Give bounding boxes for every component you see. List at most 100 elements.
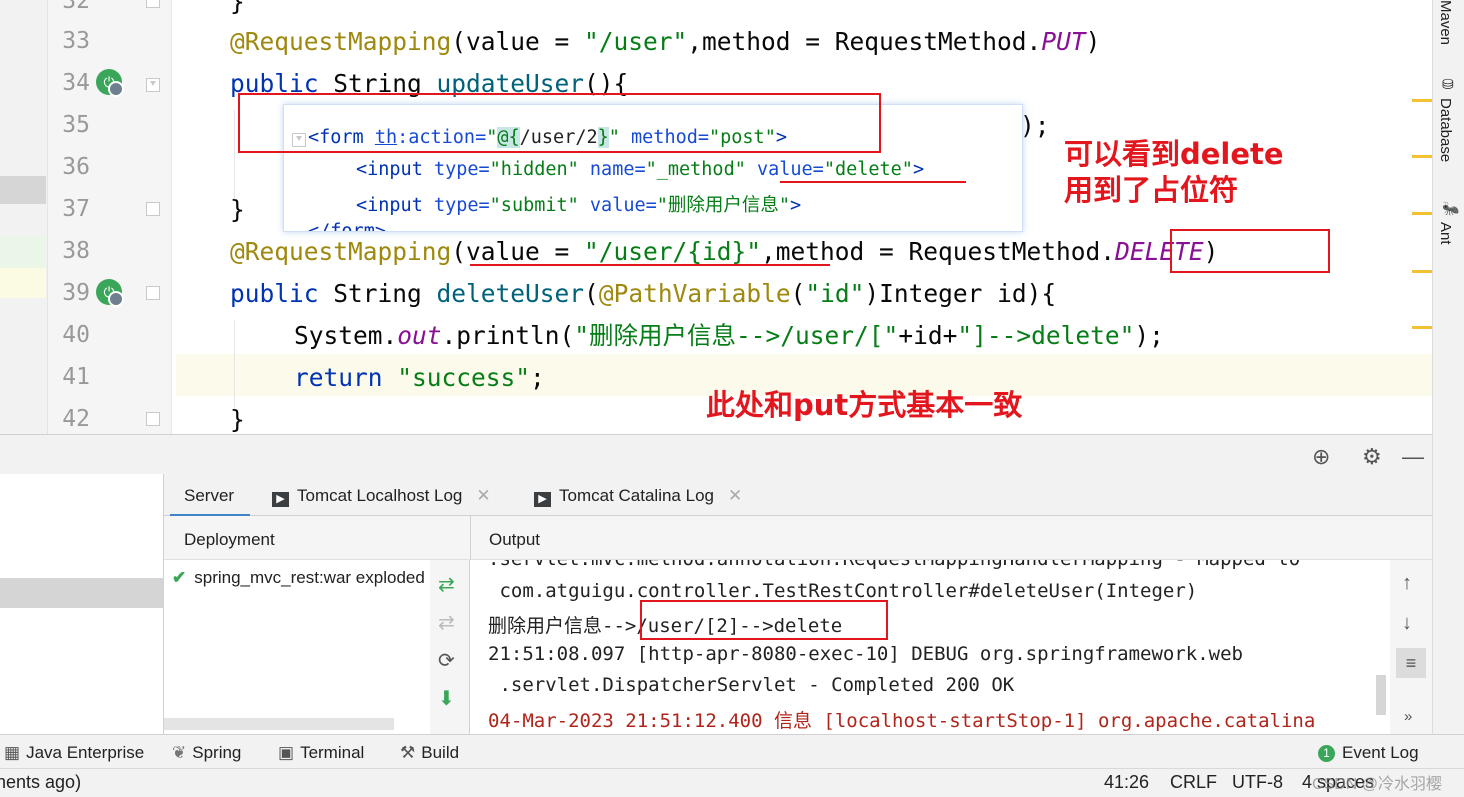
server-tabs: Server ▶ Tomcat Localhost Log ✕ ▶ Tomcat Ca… (164, 474, 1432, 516)
line-number: 32 (62, 0, 90, 14)
database-tab[interactable]: Database (1437, 98, 1454, 162)
fold-marker-icon[interactable] (146, 412, 160, 426)
soft-wrap-icon[interactable]: ≡ (1396, 648, 1426, 678)
horizontal-scrollbar[interactable] (164, 718, 394, 730)
fold-expanded-icon[interactable] (292, 133, 306, 147)
deploy-all-icon[interactable]: ⬇ (438, 686, 455, 711)
spring-mapping-icon[interactable]: ⏻ (96, 279, 124, 307)
deployment-list[interactable]: ✔ spring_mvc_rest:war exploded (164, 560, 430, 734)
output-line: com.atguigu.controller.TestRestControlle… (488, 580, 1198, 602)
arrow-up-icon[interactable]: ↑ (1402, 572, 1412, 595)
hammer-icon: ⚒ (400, 743, 416, 762)
refresh-icon[interactable]: ⟳ (438, 648, 455, 673)
java-enterprise-icon: ▦ (4, 743, 21, 762)
services-tool-header: ⊕ ⚙ — (0, 434, 1432, 474)
build-tab[interactable]: ⚒ Build (400, 743, 459, 763)
indent-guide (234, 320, 235, 410)
error-stripe-mark[interactable] (1412, 270, 1432, 273)
status-message[interactable]: hents ago) (0, 772, 81, 793)
fold-marker-icon[interactable] (146, 202, 160, 216)
output-line: 21:51:08.097 [http-apr-8080-exec-10] DEB… (488, 643, 1243, 665)
code-line-37: } (230, 195, 245, 224)
tab-server[interactable]: Server (184, 486, 234, 506)
database-icon: ⛁ (1442, 76, 1454, 92)
error-stripe-mark[interactable] (1412, 326, 1432, 329)
tab-tomcat-catalina-log[interactable]: ▶ Tomcat Catalina Log ✕ (534, 486, 742, 507)
deployment-toolbar: ⇄ ⇄ ⟳ ⬇ (430, 560, 470, 734)
line-number: 34 (62, 70, 90, 96)
deployment-item[interactable]: ✔ spring_mvc_rest:war exploded (172, 568, 425, 588)
code-editor[interactable]: 32 33 34 35 36 37 38 39 40 41 42 ⏻ ⏻ } @… (0, 0, 1432, 434)
selected-tree-row (0, 176, 46, 204)
code-line-41: return "success"; (294, 363, 545, 392)
gear-icon[interactable]: ⚙ (1362, 444, 1382, 470)
line-number: 40 (62, 322, 90, 348)
output-line: 删除用户信息-->/user/[2]-->delete (488, 615, 843, 637)
error-stripe-mark[interactable] (1412, 155, 1432, 158)
popup-form-close-line: </form> (308, 221, 386, 232)
indent-guide (234, 110, 235, 200)
output-console[interactable]: .servlet.mvc.method.annotation.RequestMa… (470, 560, 1390, 734)
spring-tab[interactable]: ❦ Spring (172, 743, 241, 763)
tool-window-bar: ▦ Java Enterprise ❦ Spring ▣ Terminal ⚒ Buil… (0, 734, 1464, 768)
line-separator[interactable]: CRLF (1170, 772, 1217, 793)
project-panel-edge (0, 0, 48, 434)
ant-tab[interactable]: Ant (1437, 222, 1454, 245)
undeploy-icon[interactable]: ⇄ (438, 610, 455, 635)
services-tree[interactable] (0, 474, 164, 734)
popup-submit-input-line: <input type="submit" value="删除用户信息"> (356, 195, 802, 216)
arrow-down-icon[interactable]: ↓ (1402, 612, 1412, 635)
file-encoding[interactable]: UTF-8 (1232, 772, 1283, 793)
tree-row-highlight (0, 236, 46, 268)
line-number: 33 (62, 28, 90, 54)
code-line-32: } (230, 0, 245, 16)
close-icon[interactable]: ✕ (476, 486, 490, 505)
log-icon: ▶ (534, 492, 551, 507)
close-icon[interactable]: ✕ (728, 486, 742, 505)
right-tool-strip: Maven ⛁ Database 🐜 Ant (1432, 0, 1464, 734)
annotation-note-placeholder: 可以看到delete 用到了占位符 (1064, 137, 1284, 207)
fold-expanded-icon[interactable] (146, 78, 160, 92)
template-preview-popup[interactable]: <form th:action="@{/user/2}" method="pos… (283, 104, 1023, 232)
maven-tab[interactable]: Maven (1437, 0, 1454, 45)
output-header: Output (470, 516, 1432, 560)
code-line-35-tail: ); (1020, 111, 1050, 140)
line-number: 39 (62, 280, 90, 306)
log-icon: ▶ (272, 492, 289, 507)
more-icon[interactable]: » (1404, 708, 1412, 725)
output-scrollbar[interactable] (1376, 675, 1386, 715)
output-line: .servlet.mvc.method.annotation.RequestMa… (488, 560, 1300, 570)
java-enterprise-tab[interactable]: ▦ Java Enterprise (4, 743, 144, 763)
crosshair-icon[interactable]: ⊕ (1312, 444, 1330, 470)
line-number: 36 (62, 154, 90, 180)
error-stripe-mark[interactable] (1412, 99, 1432, 102)
code-line-39: public String deleteUser(@PathVariable("… (230, 279, 1057, 308)
line-number: 35 (62, 112, 90, 138)
annotation-underline-path (470, 264, 830, 266)
tree-row-highlight-yellow (0, 268, 46, 298)
selected-service-row[interactable] (0, 578, 163, 608)
tab-tomcat-localhost-log[interactable]: ▶ Tomcat Localhost Log ✕ (272, 486, 491, 507)
event-count-badge: 1 (1318, 745, 1335, 762)
error-stripe-mark[interactable] (1412, 212, 1432, 215)
minimize-icon[interactable]: — (1402, 444, 1424, 470)
fold-marker-icon[interactable] (146, 0, 160, 8)
line-number: 42 (62, 406, 90, 432)
output-line: .servlet.DispatcherServlet - Completed 2… (488, 674, 1015, 696)
terminal-tab[interactable]: ▣ Terminal (278, 743, 364, 763)
output-line: 04-Mar-2023 21:51:12.400 信息 [localhost-s… (488, 710, 1316, 732)
terminal-icon: ▣ (278, 743, 295, 762)
status-bar: hents ago) 41:26 CRLF UTF-8 4 spaces CSD… (0, 768, 1464, 797)
caret-position[interactable]: 41:26 (1104, 772, 1149, 793)
output-toolbar: ↑ ↓ ≡ » (1390, 560, 1432, 734)
line-number: 37 (62, 196, 90, 222)
event-log-tab[interactable]: 1 Event Log (1318, 743, 1419, 763)
popup-form-line: <form th:action="@{/user/2}" method="pos… (308, 127, 787, 148)
watermark: CSDN @冷水羽樱 (1312, 776, 1443, 793)
spring-icon: ❦ (172, 743, 187, 762)
annotation-note-same-as-put: 此处和put方式基本一致 (706, 388, 1023, 422)
spring-mapping-icon[interactable]: ⏻ (96, 69, 124, 97)
deploy-icon[interactable]: ⇄ (438, 572, 455, 597)
ant-icon: 🐜 (1442, 200, 1460, 216)
fold-expanded-icon[interactable] (146, 286, 160, 300)
